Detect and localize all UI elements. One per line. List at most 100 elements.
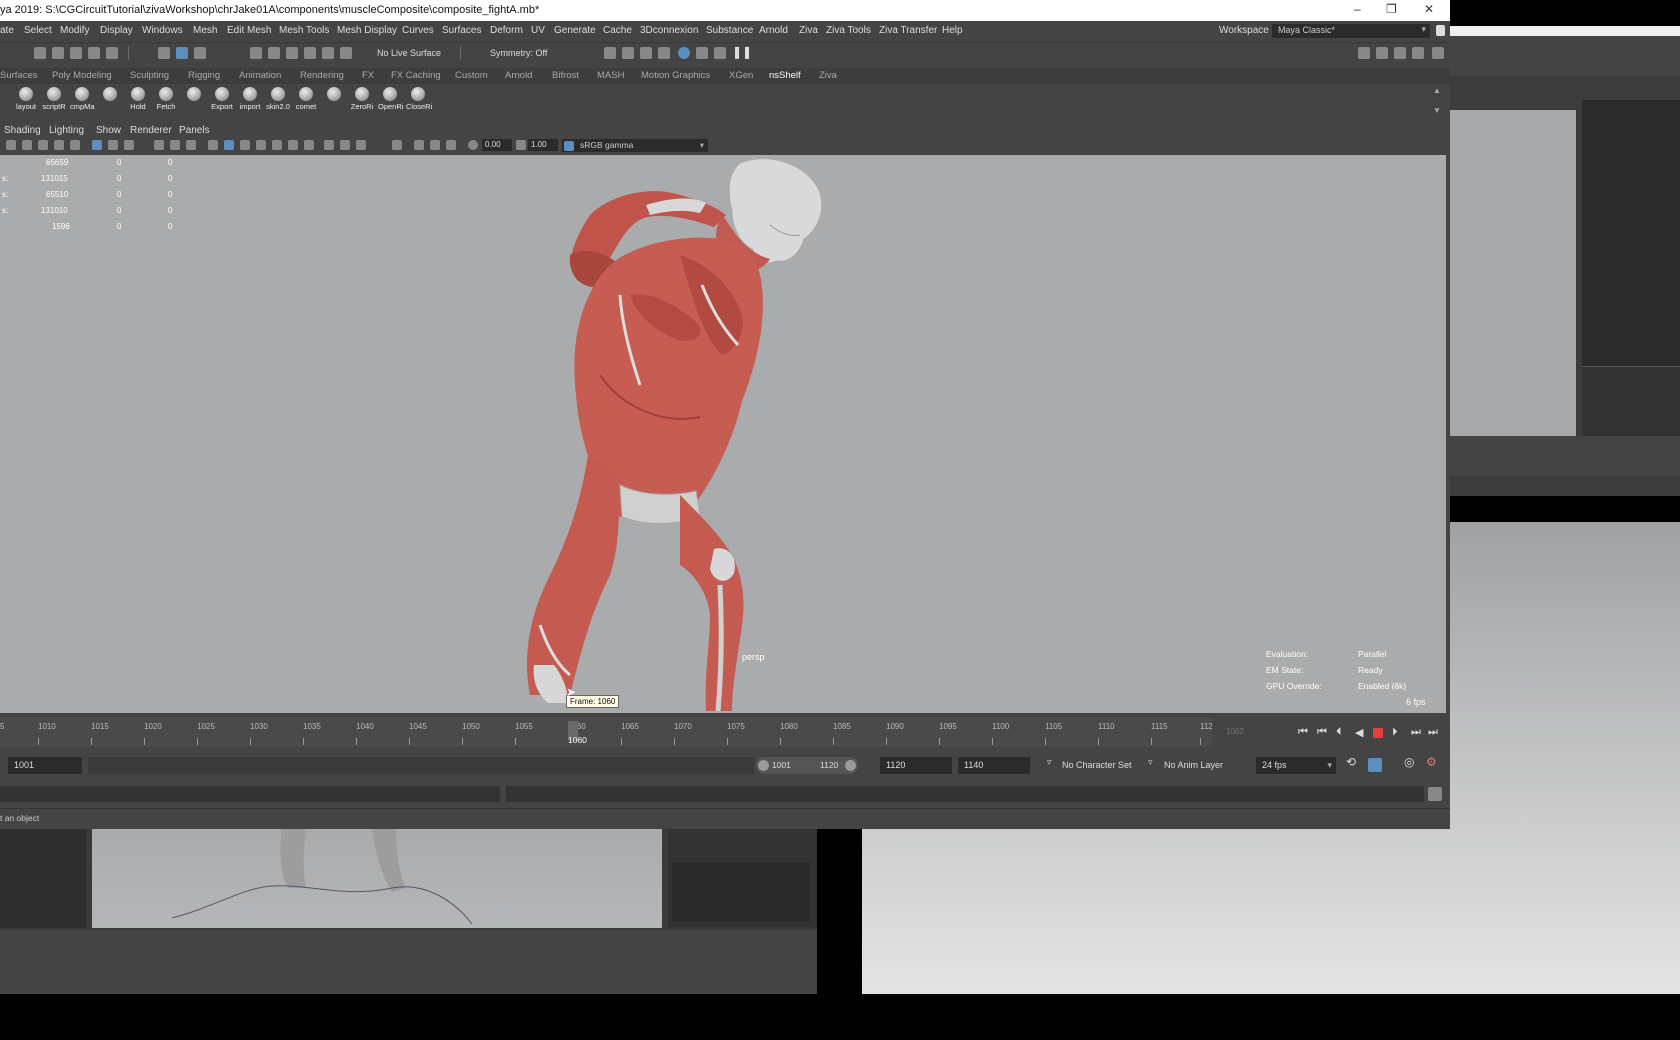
select-by-object-icon[interactable] [176,47,188,59]
open-scene-icon[interactable] [52,47,64,59]
menu-arnold[interactable]: Arnold [759,25,788,36]
tab-fx[interactable]: FX [362,70,374,81]
menu-generate[interactable]: Generate [554,25,596,36]
render-settings-icon[interactable] [658,47,670,59]
maximize-button[interactable]: ❐ [1386,2,1397,16]
gamma-field[interactable]: 1.00 [528,139,558,151]
hypershade-icon[interactable] [678,47,690,59]
tab-fx-caching[interactable]: FX Caching [391,70,441,81]
menu-display[interactable]: Display [100,25,133,36]
snap-vertex-icon[interactable] [340,47,352,59]
render-frame-icon[interactable] [622,47,634,59]
render-view-icon[interactable] [604,47,616,59]
shelf-button-export[interactable]: Export [210,87,234,111]
camera-select-icon[interactable] [6,140,16,150]
menu-mesh-tools[interactable]: Mesh Tools [279,25,329,36]
shelf-button-zerori[interactable]: ZeroRi [350,87,374,111]
shelf-button-fetch[interactable]: Fetch [154,87,178,111]
start-frame-field[interactable]: 1001 [8,757,82,774]
menu-select[interactable]: Select [24,25,52,36]
anim-layer-label[interactable]: No Anim Layer [1164,760,1223,770]
shelf-button-cmpma[interactable]: cmpMa [70,87,95,111]
animation-prefs-icon[interactable]: ⚙ [1426,755,1437,769]
sound-icon[interactable] [1368,758,1382,772]
image-plane-icon[interactable] [54,140,64,150]
menu-ziva-tools[interactable]: Ziva Tools [826,25,871,36]
grid-icon[interactable] [92,140,102,150]
menu-mesh-display[interactable]: Mesh Display [337,25,397,36]
snap-curve-icon[interactable] [268,47,280,59]
lock-icon[interactable] [1436,25,1445,36]
channel-box-icon[interactable] [1432,47,1444,59]
undo-icon[interactable] [88,47,100,59]
workspace-dropdown[interactable]: Maya Classic* ▾ [1272,24,1430,38]
tab-nsshelf[interactable]: nsShelf [769,70,801,81]
modeling-toolkit-icon[interactable] [1358,47,1370,59]
resolution-gate-icon[interactable] [124,140,134,150]
menu-3dconnexion[interactable]: 3Dconnexion [640,25,698,36]
menu-uv[interactable]: UV [531,25,545,36]
shelf-button-layout[interactable]: layout [14,87,38,111]
tab-custom[interactable]: Custom [455,70,488,81]
menu-create[interactable]: ate [0,25,14,36]
script-editor-icon[interactable] [1428,787,1442,801]
shelf-button-hold[interactable]: Hold [126,87,150,111]
menu-deform[interactable]: Deform [490,25,523,36]
save-scene-icon[interactable] [70,47,82,59]
snap-point-icon[interactable] [286,47,298,59]
step-forward-key-icon[interactable]: ⏵ [1392,726,1398,739]
menu-shading[interactable]: Shading [4,125,41,136]
exposure-field[interactable]: 0.00 [482,139,512,151]
shelf-button-separator[interactable] [98,87,122,102]
tab-surfaces[interactable]: Surfaces [0,70,38,81]
symmetry-label[interactable]: Symmetry: Off [490,48,547,58]
select-by-component-icon[interactable] [194,47,206,59]
color-management-icon[interactable] [564,141,574,151]
exposure-icon[interactable] [468,140,478,150]
tool-settings-icon[interactable] [1412,47,1424,59]
chevron-down-icon[interactable]: ▿ [1047,757,1052,768]
default-material-icon[interactable] [240,140,250,150]
xray-joints-icon[interactable] [430,140,440,150]
3d-viewport[interactable]: 65659 0 0 s: 131015 0 0 s: 65510 0 0 s: … [0,155,1446,713]
menu-edit-mesh[interactable]: Edit Mesh [227,25,271,36]
isolate-select-icon[interactable] [392,140,402,150]
time-slider[interactable]: 5 1010 1015 1020 1025 1030 1035 1040 104… [0,717,1446,747]
color-space-dropdown[interactable]: sRGB gamma ▾ [562,139,708,152]
close-button[interactable]: ✕ [1424,2,1434,16]
shelf-button-skin20[interactable]: skin2.0 [266,87,290,111]
range-handle-right[interactable] [845,760,856,771]
snap-live-icon[interactable] [322,47,334,59]
xray-components-icon[interactable] [446,140,456,150]
menu-lighting[interactable]: Lighting [49,125,84,136]
tab-xgen[interactable]: XGen [729,70,753,81]
minimize-button[interactable]: – [1354,2,1361,16]
menu-surfaces[interactable]: Surfaces [442,25,481,36]
fps-dropdown[interactable]: 24 fps ▾ [1256,757,1336,774]
menu-show[interactable]: Show [96,125,121,136]
stop-icon[interactable] [1373,728,1383,738]
smooth-shade-icon[interactable] [224,140,234,150]
chevron-down-icon[interactable]: ▿ [1148,757,1153,768]
xray-icon[interactable] [414,140,424,150]
go-to-end-icon[interactable]: ⏭ [1428,726,1438,739]
new-scene-icon[interactable] [34,47,46,59]
gamma-icon[interactable] [516,140,526,150]
time-ruler[interactable]: 5 1010 1015 1020 1025 1030 1035 1040 104… [0,717,1213,747]
safe-action-icon[interactable] [170,140,180,150]
menu-help[interactable]: Help [942,25,963,36]
live-surface-label[interactable]: No Live Surface [377,48,441,58]
wireframe-icon[interactable] [208,140,218,150]
menu-modify[interactable]: Modify [60,25,89,36]
end-frame-field[interactable]: 1120 [880,757,952,774]
range-bar[interactable]: 1001 1120 [756,757,858,774]
snap-view-plane-icon[interactable] [304,47,316,59]
light-editor-icon[interactable] [714,47,726,59]
play-backward-icon[interactable]: ◀ [1355,726,1363,739]
render-setup-icon[interactable] [696,47,708,59]
tab-bifrost[interactable]: Bifrost [552,70,579,81]
screen-space-ao-icon[interactable] [324,140,334,150]
shelf-button-separator[interactable] [322,87,346,102]
tab-mash[interactable]: MASH [597,70,624,81]
use-all-lights-icon[interactable] [288,140,298,150]
